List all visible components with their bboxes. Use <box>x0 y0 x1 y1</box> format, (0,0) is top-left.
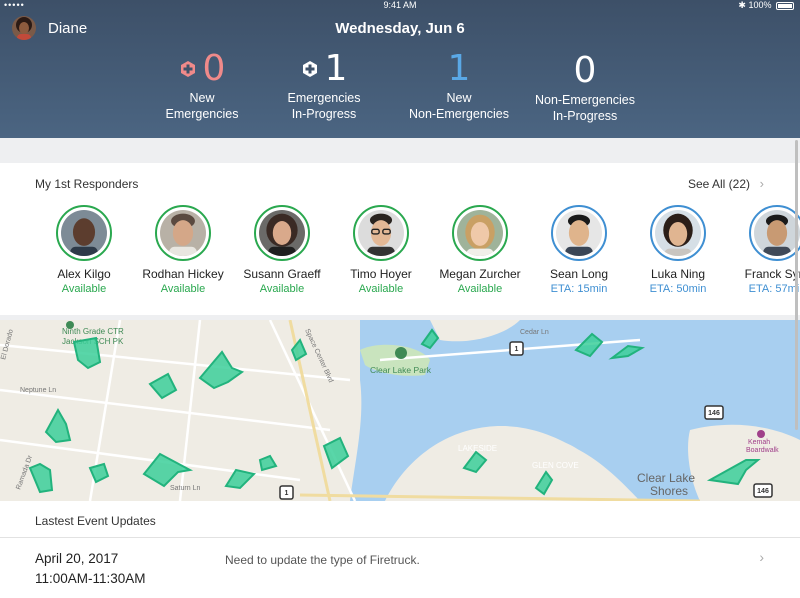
battery-icon <box>776 1 794 10</box>
route-label: 1 <box>285 490 289 497</box>
plus-hexagon-icon <box>302 61 317 77</box>
avatar[interactable] <box>749 205 800 261</box>
avatar[interactable] <box>353 205 409 261</box>
event-updates-card: Lastest Event Updates April 20, 2017 11:… <box>0 501 800 598</box>
avatar[interactable] <box>452 205 508 261</box>
stat-label-line1: New <box>446 91 472 105</box>
route-label: 146 <box>757 488 769 495</box>
stat-value: 1 <box>324 48 348 89</box>
stat-new-emergencies[interactable]: 0 New Emergencies <box>152 48 252 122</box>
map-label-neptune: Neptune Ln <box>20 387 56 394</box>
chevron-right-icon[interactable]: › <box>760 176 764 191</box>
route-label: 1 <box>515 346 519 353</box>
responder-status: ETA: 15min <box>550 283 608 295</box>
page-title: Wednesday, Jun 6 <box>335 20 465 37</box>
dashboard-header: ••••• 9:41 AM ✱ 100% Diane Wednesday, Ju… <box>0 0 800 138</box>
responder-status: Available <box>259 283 305 295</box>
update-time: 11:00AM-11:30AM <box>35 571 146 586</box>
route-label: 146 <box>708 410 720 417</box>
responder-name: Rodhan Hickey <box>142 267 224 281</box>
responder-name: Susann Graeff <box>243 267 321 281</box>
responder-name: Megan Zurcher <box>439 267 521 281</box>
park-pin-icon <box>66 321 74 329</box>
responder-card[interactable]: Megan Zurcher Available <box>425 205 535 295</box>
avatar[interactable] <box>551 205 607 261</box>
avatar[interactable] <box>155 205 211 261</box>
map-label-clear-lake-park: Clear Lake Park <box>370 365 432 375</box>
update-date: April 20, 2017 <box>35 551 119 566</box>
responder-card[interactable]: Susann Graeff Available <box>227 205 337 295</box>
responder-status: Available <box>160 283 206 295</box>
see-all-link[interactable]: See All (22) <box>688 177 750 191</box>
responder-card[interactable]: Luka Ning ETA: 50min <box>623 205 733 295</box>
responder-name: Timo Hoyer <box>350 267 412 281</box>
stat-non-emergencies-in-progress[interactable]: 0 Non-Emergencies In-Progress <box>530 50 640 124</box>
responders-title: My 1st Responders <box>35 177 139 191</box>
avatar[interactable] <box>254 205 310 261</box>
bluetooth-icon: ✱ <box>738 0 746 10</box>
responder-card[interactable]: Franck Syre ETA: 57min <box>722 205 800 295</box>
map-label-kemah: Kemah <box>748 439 770 446</box>
park-pin-icon <box>395 347 407 359</box>
responder-card[interactable]: Rodhan Hickey Available <box>128 205 238 295</box>
responder-card[interactable]: Alex Kilgo Available <box>29 205 139 295</box>
status-bar: ••••• 9:41 AM ✱ 100% <box>0 0 800 10</box>
chevron-right-icon[interactable]: › <box>759 549 764 565</box>
stat-label-line2: Emergencies <box>165 107 239 121</box>
map-label-saturn: Saturn Ln <box>170 485 200 492</box>
map-label-cedar: Cedar Ln <box>520 329 549 336</box>
responder-card[interactable]: Timo Hoyer Available <box>326 205 436 295</box>
responder-card[interactable]: Sean Long ETA: 15min <box>524 205 634 295</box>
scrollbar[interactable] <box>795 140 798 430</box>
responder-status: ETA: 57min <box>748 283 800 295</box>
divider <box>0 537 800 538</box>
stat-value: 0 <box>573 50 597 91</box>
incident-map[interactable]: Ninth Grade CTR Jackson SCH PK Clear Lak… <box>0 320 800 501</box>
status-time: 9:41 AM <box>383 0 417 10</box>
responder-name: Alex Kilgo <box>57 267 111 281</box>
stat-label-line1: Non-Emergencies <box>534 93 636 107</box>
stat-new-non-emergencies[interactable]: 1 New Non-Emergencies <box>404 48 514 122</box>
stat-label-line2: Non-Emergencies <box>408 107 510 121</box>
responder-status: Available <box>61 283 107 295</box>
responder-name: Luka Ning <box>650 267 706 281</box>
map-label-clear-lake-shores: Clear Lake <box>637 471 695 485</box>
map-label-glen-cove: GLEN COVE <box>532 461 579 470</box>
stat-label-line2: In-Progress <box>291 107 357 121</box>
updates-title: Lastest Event Updates <box>35 514 156 528</box>
responders-card: My 1st Responders See All (22) › Alex Ki… <box>0 163 800 315</box>
attraction-pin-icon <box>757 430 765 438</box>
map-label-shores: Shores <box>650 484 688 498</box>
stat-label-line1: New <box>189 91 215 105</box>
responder-status: Available <box>457 283 503 295</box>
map-label-lakeside: LAKESIDE <box>458 444 497 453</box>
battery-percent: 100% <box>748 0 772 10</box>
responder-name: Franck Syre <box>744 267 800 281</box>
plus-hexagon-icon <box>180 61 195 77</box>
stat-emergencies-in-progress[interactable]: 1 Emergencies In-Progress <box>272 48 376 122</box>
stat-label-line2: In-Progress <box>552 109 618 123</box>
responder-status: ETA: 50min <box>649 283 707 295</box>
responder-status: Available <box>358 283 404 295</box>
responder-name: Sean Long <box>549 267 609 281</box>
avatar[interactable] <box>650 205 706 261</box>
update-message: Need to update the type of Firetruck. <box>225 553 420 567</box>
avatar[interactable] <box>56 205 112 261</box>
map-label-boardwalk: Boardwalk <box>746 447 779 454</box>
battery-indicator: ✱ 100% <box>738 0 794 11</box>
stat-value: 0 <box>202 48 226 89</box>
stat-value: 1 <box>447 48 471 89</box>
stat-label-line1: Emergencies <box>287 91 361 105</box>
